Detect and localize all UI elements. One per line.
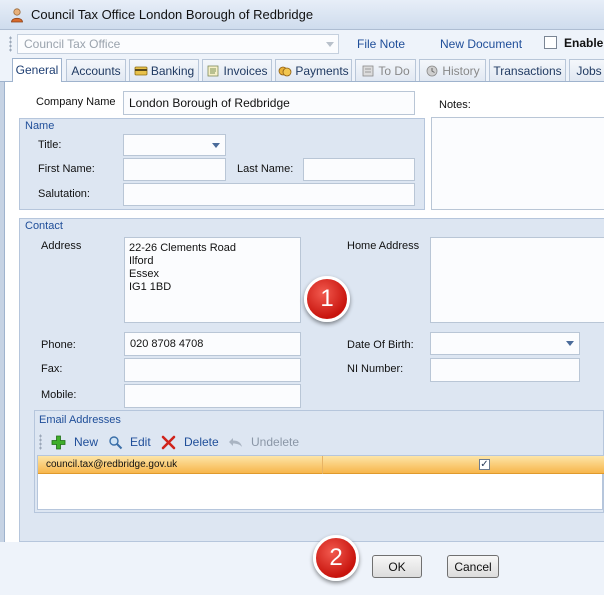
salutation-label: Salutation: <box>38 188 90 200</box>
ni-number-input[interactable] <box>430 358 580 382</box>
company-name-input[interactable]: London Borough of Redbridge <box>123 91 415 115</box>
mobile-input[interactable] <box>124 384 301 408</box>
home-address-label: Home Address <box>347 240 420 252</box>
plus-icon[interactable] <box>51 435 66 450</box>
edit-email-button[interactable]: Edit <box>130 435 151 449</box>
tab-strip: General Accounts Banking Invoices Paymen… <box>0 58 604 82</box>
user-card-icon <box>11 8 23 23</box>
email-addresses-group: Email Addresses New Edit Delete Undelete <box>34 410 604 513</box>
email-default-checkbox[interactable]: ✓ <box>479 459 490 470</box>
email-cell: council.tax@redbridge.gov.uk <box>46 459 178 470</box>
enable-checkbox[interactable] <box>544 36 557 49</box>
callout-badge-1: 1 <box>304 276 350 322</box>
ok-button[interactable]: OK <box>372 555 422 578</box>
company-combo[interactable]: Council Tax Office <box>17 34 339 54</box>
title-bar: Council Tax Office London Borough of Red… <box>0 0 604 30</box>
email-toolbar: New Edit Delete Undelete <box>35 431 604 453</box>
delete-icon[interactable] <box>161 435 176 450</box>
notes-label: Notes: <box>439 99 471 111</box>
file-note-button[interactable]: File Note <box>357 37 405 51</box>
chevron-down-icon <box>566 341 574 346</box>
dialog-footer <box>0 542 604 595</box>
edit-icon[interactable] <box>108 435 123 450</box>
toolbar-grip[interactable] <box>9 36 12 52</box>
address-textarea[interactable]: 22-26 Clements Road Ilford Essex IG1 1BD <box>124 237 301 323</box>
tab-invoices[interactable]: Invoices <box>202 59 272 81</box>
undo-icon <box>229 438 242 447</box>
tab-banking[interactable]: Banking <box>129 59 199 81</box>
cancel-button[interactable]: Cancel <box>447 555 499 578</box>
contact-window: Council Tax Office London Borough of Red… <box>0 0 604 595</box>
dob-dropdown[interactable] <box>430 332 580 355</box>
invoice-icon <box>208 65 219 77</box>
title-label: Title: <box>38 139 62 151</box>
callout-badge-2: 2 <box>313 535 359 581</box>
column-divider <box>322 456 323 474</box>
ni-number-label: NI Number: <box>347 363 404 375</box>
home-address-textarea[interactable] <box>430 237 604 323</box>
coins-icon <box>278 66 292 77</box>
phone-input[interactable]: 020 8708 4708 <box>124 332 301 356</box>
tab-accounts[interactable]: Accounts <box>66 59 126 81</box>
contact-group-title: Contact <box>25 220 63 232</box>
dob-label: Date Of Birth: <box>347 339 414 351</box>
last-name-label: Last Name: <box>237 163 294 175</box>
notes-textarea[interactable] <box>431 117 604 210</box>
mobile-label: Mobile: <box>41 389 77 401</box>
todo-icon <box>362 65 374 77</box>
email-toolbar-grip <box>39 434 42 450</box>
fax-label: Fax: <box>41 363 63 375</box>
email-group-title: Email Addresses <box>39 414 121 426</box>
undelete-email-button: Undelete <box>251 435 300 449</box>
tab-history[interactable]: History <box>419 59 486 81</box>
title-dropdown[interactable] <box>123 134 226 156</box>
new-document-button[interactable]: New Document <box>440 37 522 51</box>
fax-input[interactable] <box>124 358 301 382</box>
credit-card-icon <box>134 66 148 76</box>
history-icon <box>426 65 438 77</box>
phone-label: Phone: <box>41 339 76 351</box>
chevron-down-icon <box>326 42 334 47</box>
address-label: Address <box>41 240 82 252</box>
tab-general[interactable]: General <box>12 58 62 82</box>
chevron-down-icon <box>212 143 220 148</box>
delete-email-button[interactable]: Delete <box>184 435 219 449</box>
email-grid: council.tax@redbridge.gov.uk ✓ <box>37 455 604 510</box>
salutation-input[interactable] <box>123 183 415 206</box>
tab-jobs[interactable]: Jobs <box>569 59 604 81</box>
first-name-label: First Name: <box>38 163 95 175</box>
window-title: Council Tax Office London Borough of Red… <box>31 7 314 22</box>
company-name-label: Company Name <box>36 96 116 108</box>
tab-transactions[interactable]: Transactions <box>489 59 566 81</box>
company-combo-value: Council Tax Office <box>24 37 121 51</box>
tab-to-do[interactable]: To Do <box>355 59 416 81</box>
tab-payments[interactable]: Payments <box>275 59 352 81</box>
enable-checkbox-label: Enable I <box>564 36 604 50</box>
new-email-button[interactable]: New <box>74 435 98 449</box>
first-name-input[interactable] <box>123 158 226 181</box>
last-name-input[interactable] <box>303 158 415 181</box>
table-row[interactable]: council.tax@redbridge.gov.uk ✓ <box>38 456 604 474</box>
name-group-title: Name <box>25 120 55 132</box>
